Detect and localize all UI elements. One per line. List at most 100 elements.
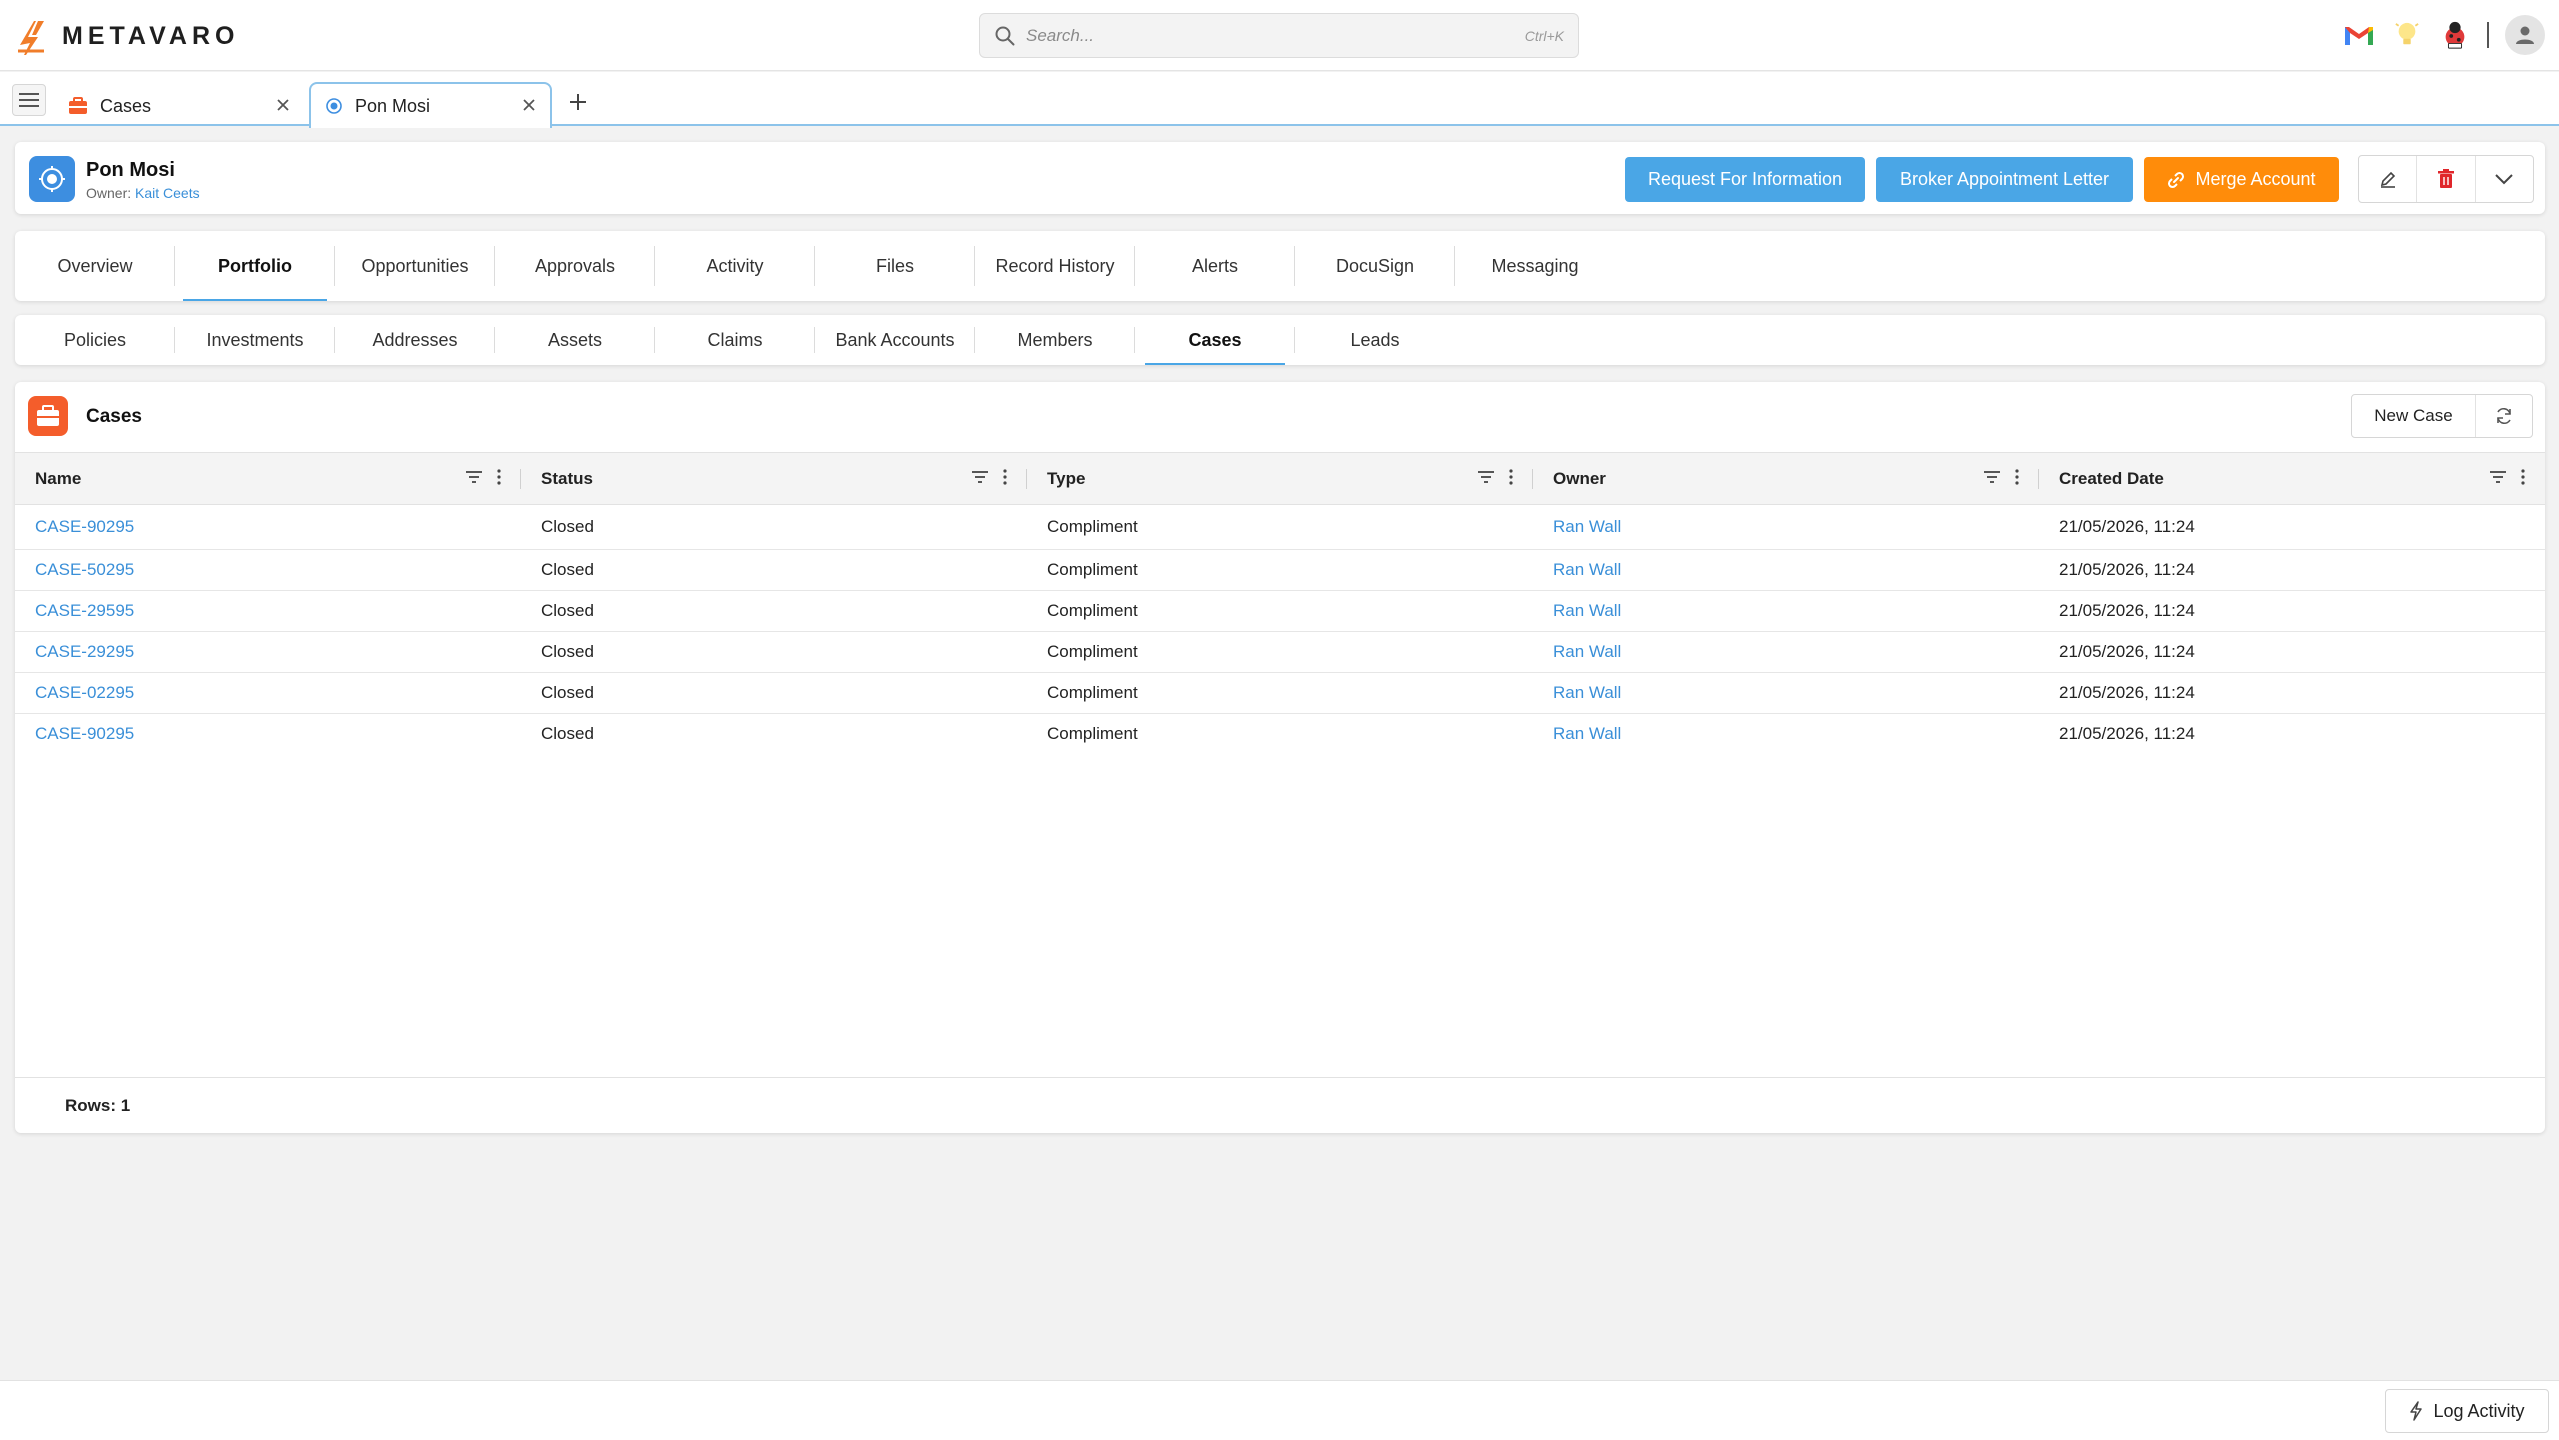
- trash-icon: [2437, 169, 2454, 188]
- edit-button[interactable]: [2359, 156, 2418, 202]
- tab-overview[interactable]: Overview: [15, 231, 175, 301]
- owner-label: Owner:: [86, 185, 132, 201]
- column-header-created-date[interactable]: Created Date: [2039, 453, 2545, 505]
- portfolio-sub-tabs: Policies Investments Addresses Assets Cl…: [15, 315, 2545, 365]
- close-icon[interactable]: [274, 96, 292, 114]
- column-header-status[interactable]: Status: [521, 453, 1027, 505]
- tab-files[interactable]: Files: [815, 231, 975, 301]
- tab-opportunities[interactable]: Opportunities: [335, 231, 495, 301]
- target-icon: [39, 166, 65, 192]
- subtab-claims[interactable]: Claims: [655, 315, 815, 365]
- link-icon: [2168, 171, 2185, 188]
- table-row[interactable]: CASE-90295 Closed Compliment Ran Wall 21…: [15, 505, 2545, 550]
- subtab-investments[interactable]: Investments: [175, 315, 335, 365]
- tab-approvals[interactable]: Approvals: [495, 231, 655, 301]
- subtab-leads[interactable]: Leads: [1295, 315, 1455, 365]
- close-icon[interactable]: [520, 96, 538, 114]
- logo[interactable]: METAVARO: [14, 16, 240, 56]
- top-right-toolbar: [2343, 14, 2545, 56]
- search-input[interactable]: [1026, 25, 1525, 46]
- refresh-icon: [2497, 408, 2511, 424]
- table-row[interactable]: CASE-29295 Closed Compliment Ran Wall 21…: [15, 632, 2545, 673]
- tab-alerts[interactable]: Alerts: [1135, 231, 1295, 301]
- case-type: Compliment: [1047, 724, 1138, 744]
- column-header-type[interactable]: Type: [1027, 453, 1533, 505]
- table-row[interactable]: CASE-02295 Closed Compliment Ran Wall 21…: [15, 673, 2545, 714]
- broker-appointment-letter-button[interactable]: Broker Appointment Letter: [1876, 157, 2133, 202]
- tab-record-history[interactable]: Record History: [975, 231, 1135, 301]
- search-icon: [995, 26, 1015, 45]
- case-name-link[interactable]: CASE-50295: [35, 560, 134, 579]
- tab-pon-mosi[interactable]: Pon Mosi: [309, 82, 552, 128]
- case-owner-link[interactable]: Ran Wall: [1553, 724, 1621, 743]
- owner-link[interactable]: Kait Ceets: [135, 185, 200, 201]
- hamburger-icon: [19, 93, 39, 107]
- column-header-owner[interactable]: Owner: [1533, 453, 2039, 505]
- delete-button[interactable]: [2417, 156, 2476, 202]
- log-activity-button[interactable]: Log Activity: [2385, 1389, 2549, 1433]
- target-icon: [326, 98, 342, 114]
- subtab-members[interactable]: Members: [975, 315, 1135, 365]
- subtab-bank-accounts[interactable]: Bank Accounts: [815, 315, 975, 365]
- global-search[interactable]: Ctrl+K: [979, 13, 1579, 58]
- subtab-addresses[interactable]: Addresses: [335, 315, 495, 365]
- subtab-assets[interactable]: Assets: [495, 315, 655, 365]
- refresh-button[interactable]: [2476, 395, 2532, 437]
- tab-messaging[interactable]: Messaging: [1455, 231, 1615, 301]
- request-information-button[interactable]: Request For Information: [1625, 157, 1865, 202]
- case-name-link[interactable]: CASE-29595: [35, 601, 134, 620]
- logo-text: METAVARO: [62, 21, 240, 50]
- toolbar-divider: [2487, 22, 2489, 48]
- logo-icon: [18, 21, 44, 55]
- tab-activity[interactable]: Activity: [655, 231, 815, 301]
- lightbulb-icon[interactable]: [2391, 19, 2423, 51]
- tab-portfolio[interactable]: Portfolio: [175, 231, 335, 301]
- filter-icon[interactable]: [1477, 470, 1495, 484]
- column-menu-icon[interactable]: [1509, 469, 1513, 485]
- merge-account-button[interactable]: Merge Account: [2144, 157, 2339, 202]
- table-row[interactable]: CASE-29595 Closed Compliment Ran Wall 21…: [15, 591, 2545, 632]
- new-case-button[interactable]: New Case: [2352, 395, 2476, 437]
- column-menu-icon[interactable]: [497, 469, 501, 485]
- tab-cases[interactable]: Cases: [54, 84, 304, 128]
- case-name-link[interactable]: CASE-90295: [35, 724, 134, 743]
- case-name-link[interactable]: CASE-90295: [35, 517, 134, 536]
- more-actions-dropdown[interactable]: [2476, 156, 2533, 202]
- column-menu-icon[interactable]: [1003, 469, 1007, 485]
- filter-icon[interactable]: [2489, 470, 2507, 484]
- case-owner-link[interactable]: Ran Wall: [1553, 517, 1621, 536]
- table-row[interactable]: CASE-50295 Closed Compliment Ran Wall 21…: [15, 550, 2545, 591]
- tab-docusign[interactable]: DocuSign: [1295, 231, 1455, 301]
- column-menu-icon[interactable]: [2521, 469, 2525, 485]
- filter-icon[interactable]: [1983, 470, 2001, 484]
- chevron-down-icon: [2495, 174, 2514, 185]
- table-row[interactable]: CASE-90295 Closed Compliment Ran Wall 21…: [15, 714, 2545, 755]
- case-created-date: 21/05/2026, 11:24: [2059, 601, 2195, 620]
- case-type: Compliment: [1047, 517, 1138, 536]
- panel-title: Cases: [86, 406, 142, 427]
- subtab-policies[interactable]: Policies: [15, 315, 175, 365]
- case-owner-link[interactable]: Ran Wall: [1553, 642, 1621, 661]
- user-avatar[interactable]: [2505, 15, 2545, 55]
- add-tab-button[interactable]: [564, 88, 592, 116]
- tab-label: Pon Mosi: [355, 95, 431, 116]
- case-name-link[interactable]: CASE-29295: [35, 642, 134, 661]
- pencil-icon: [2380, 171, 2395, 188]
- menu-button[interactable]: [12, 84, 46, 116]
- bug-report-icon[interactable]: [2439, 19, 2471, 51]
- gmail-icon[interactable]: [2343, 19, 2375, 51]
- column-header-name[interactable]: Name: [15, 453, 521, 505]
- filter-icon[interactable]: [971, 470, 989, 484]
- case-status: Closed: [541, 642, 594, 661]
- case-owner-link[interactable]: Ran Wall: [1553, 683, 1621, 702]
- column-menu-icon[interactable]: [2015, 469, 2019, 485]
- case-name-link[interactable]: CASE-02295: [35, 683, 134, 702]
- filter-icon[interactable]: [465, 470, 483, 484]
- rows-count: Rows: 1: [15, 1077, 2545, 1133]
- record-title: Pon Mosi: [86, 159, 175, 181]
- cases-panel: Cases New Case Name Status Type Owner Cr…: [15, 382, 2545, 1133]
- subtab-cases[interactable]: Cases: [1135, 315, 1295, 365]
- case-owner-link[interactable]: Ran Wall: [1553, 601, 1621, 620]
- case-owner-link[interactable]: Ran Wall: [1553, 560, 1621, 579]
- table-header-row: Name Status Type Owner Created Date: [15, 452, 2545, 505]
